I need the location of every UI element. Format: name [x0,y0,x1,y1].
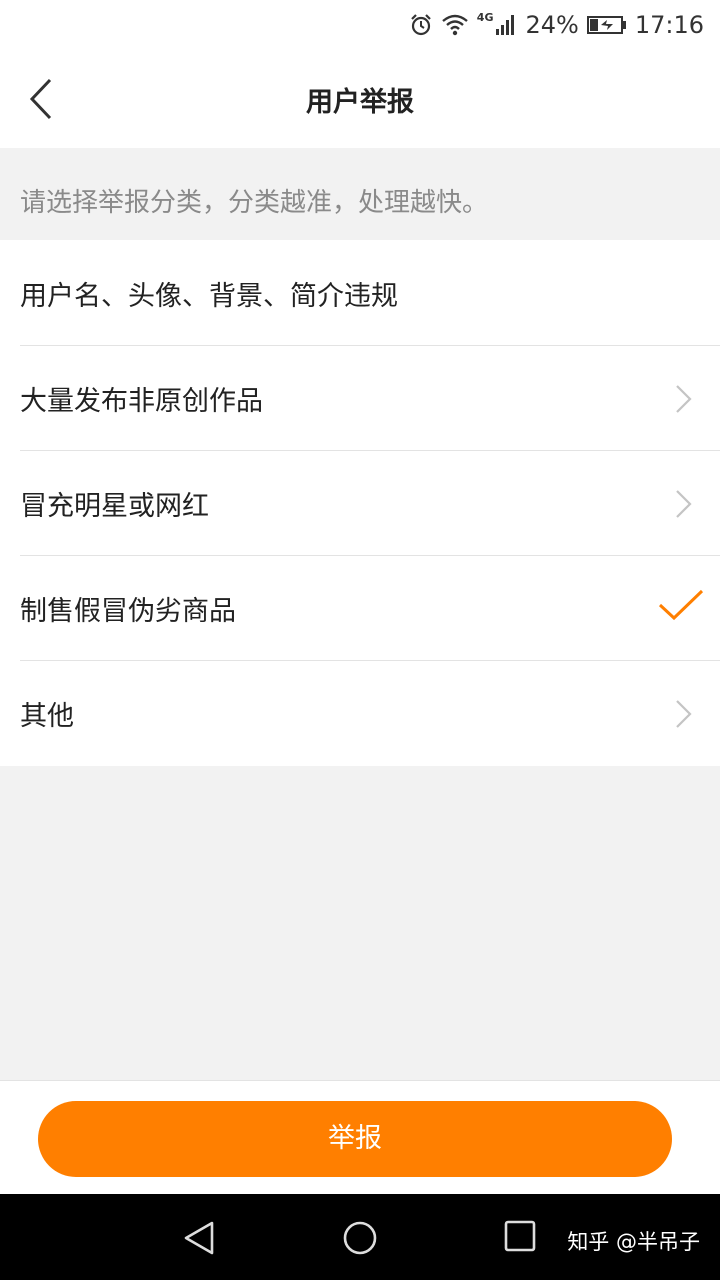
option-label: 用户名、头像、背景、简介违规 [20,281,398,312]
network-type: 4G [476,10,494,24]
check-icon [658,589,704,621]
watermark: 知乎 @半吊子 [567,1230,700,1254]
report-button[interactable]: 举报 [38,1101,672,1177]
chevron-right-icon [676,700,692,728]
header-bar: 用户举报 [0,50,720,148]
nav-recents-icon[interactable] [504,1220,536,1254]
signal-icon [496,15,515,35]
chevron-right-icon [676,490,692,518]
report-category-list: 用户名、头像、背景、简介违规 大量发布非原创作品 冒充明星或网红 制售假冒伪劣商… [0,240,720,765]
chevron-right-icon [676,385,692,413]
footer-bar: 举报 [0,1080,720,1194]
status-icons: 4G 24% 17:16 [409,10,704,40]
battery-charging-icon [586,16,626,34]
option-profile-violation[interactable]: 用户名、头像、背景、简介违规 [0,240,720,345]
option-impersonation[interactable]: 冒充明星或网红 [0,450,720,555]
status-bar: 4G 24% 17:16 [0,0,720,50]
option-label: 大量发布非原创作品 [20,386,263,417]
option-label: 冒充明星或网红 [20,491,209,522]
nav-home-icon[interactable] [342,1220,378,1256]
option-label: 其他 [20,701,74,732]
option-label: 制售假冒伪劣商品 [20,596,236,627]
battery-percent: 24% [525,11,579,39]
nav-back-icon[interactable] [182,1220,216,1256]
option-counterfeit-goods[interactable]: 制售假冒伪劣商品 [0,555,720,660]
wifi-icon [442,14,468,36]
system-nav-bar: 知乎 @半吊子 [0,1194,720,1280]
alarm-icon [411,14,431,36]
option-non-original[interactable]: 大量发布非原创作品 [0,345,720,450]
option-other[interactable]: 其他 [0,660,720,765]
hint-banner: 请选择举报分类，分类越准，处理越快。 [0,148,720,240]
empty-area [0,766,720,1080]
hint-text: 请选择举报分类，分类越准，处理越快。 [20,188,489,218]
clock-time: 17:16 [634,11,704,39]
page-title: 用户举报 [306,87,414,118]
